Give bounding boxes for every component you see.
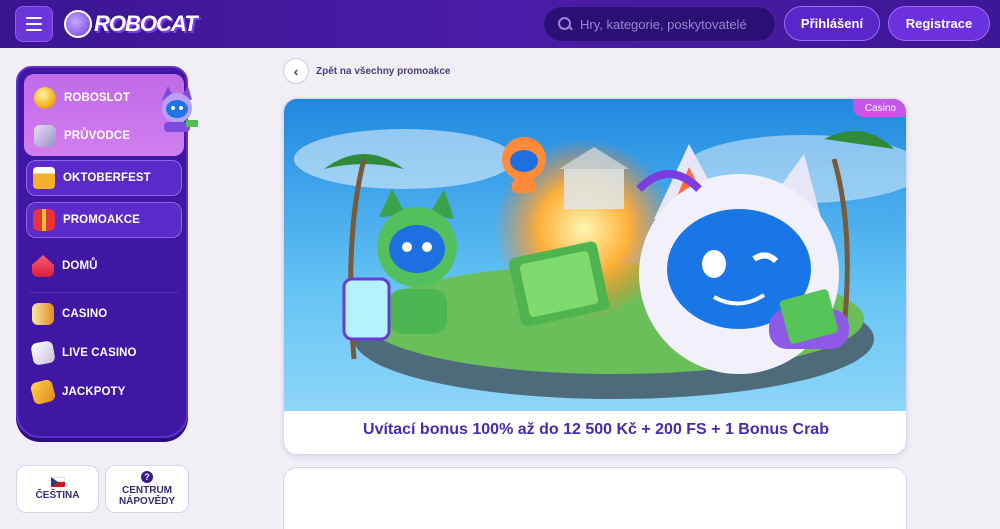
czech-flag-icon: [50, 477, 65, 487]
sidebar-item-label: PRŮVODCE: [64, 130, 130, 142]
back-button[interactable]: ‹: [283, 58, 309, 84]
sidebar-item-label: DOMŮ: [62, 260, 98, 272]
question-icon: ?: [141, 471, 153, 483]
sidebar-item-row: PROMOAKCE: [33, 209, 140, 231]
sidebar-item-oktoberfest[interactable]: OKTOBERFEST: [26, 160, 182, 196]
register-button[interactable]: Registrace: [888, 6, 990, 41]
sidebar-item-label: JACKPOTY: [62, 386, 126, 398]
cards-icon: [30, 340, 56, 366]
help-label-line1: CENTRUM: [122, 485, 172, 496]
sidebar-item-label: ROBOSLOT: [64, 92, 130, 104]
logo-text: ROBOCAT: [94, 11, 198, 36]
slot-machine-icon: [32, 303, 54, 325]
chevron-left-icon: ‹: [293, 63, 299, 79]
promo-card[interactable]: Casino Uvítací bonus 100% až do 12 500 K…: [283, 98, 907, 455]
gift-icon: [33, 209, 55, 231]
sidebar-item-label: CASINO: [62, 308, 108, 320]
language-selector[interactable]: ČEŠTINA: [16, 465, 99, 513]
language-label: ČEŠTINA: [35, 490, 80, 501]
sidebar-divider: [30, 292, 178, 293]
sidebar-item-jackpoty[interactable]: JACKPOTY: [29, 378, 126, 406]
sidebar-item-label: LIVE CASINO: [62, 347, 137, 359]
sidebar-item-label: OKTOBERFEST: [63, 172, 151, 184]
help-center-button[interactable]: ? CENTRUM NÁPOVĚDY: [105, 465, 189, 513]
jackpot-icon: [29, 378, 57, 406]
gift-box-icon: [34, 125, 56, 147]
promo-details-card: [283, 467, 907, 529]
sidebar-item-label: PROMOAKCE: [63, 214, 140, 226]
sidebar-featured-panel: ROBOSLOT PRŮVODCE: [24, 74, 198, 156]
promo-title: Uvítací bonus 100% až do 12 500 Kč + 200…: [363, 421, 829, 438]
sidebar-item-promoakce[interactable]: PROMOAKCE: [26, 202, 182, 238]
sidebar-item-pruvodce[interactable]: PRŮVODCE: [34, 125, 130, 147]
search-input[interactable]: [580, 16, 760, 32]
robocat-logo[interactable]: ROBOCAT: [64, 7, 198, 41]
menu-line-icon: [26, 17, 42, 19]
coin-icon: [34, 87, 56, 109]
search-icon: [558, 17, 572, 31]
robocat-logo-icon: [64, 10, 92, 38]
sidebar-item-live-casino[interactable]: LIVE CASINO: [30, 340, 137, 366]
top-header: ROBOCAT Přihlášení Registrace: [0, 0, 1000, 48]
search-bar[interactable]: [543, 6, 776, 42]
sidebar-item-domu[interactable]: DOMŮ: [32, 255, 98, 277]
sidebar: ROBOSLOT PRŮVODCE OKTOBERFEST PROMOAKCE: [16, 66, 198, 438]
beer-mug-icon: [33, 167, 55, 189]
sidebar-item-roboslot[interactable]: ROBOSLOT: [34, 87, 130, 109]
hamburger-menu-button[interactable]: [15, 6, 53, 42]
robocat-mascot-icon: [162, 86, 198, 132]
menu-line-icon: [26, 29, 42, 31]
promo-banner-image: [284, 99, 906, 411]
sidebar-item-casino[interactable]: CASINO: [32, 303, 108, 325]
login-button[interactable]: Přihlášení: [784, 6, 880, 41]
back-link[interactable]: Zpět na všechny promoakce: [316, 66, 451, 77]
house-icon: [32, 255, 54, 277]
sidebar-item-row: OKTOBERFEST: [33, 167, 151, 189]
category-badge: Casino: [852, 99, 906, 117]
help-label-line2: NÁPOVĚDY: [118, 496, 176, 507]
menu-line-icon: [26, 23, 42, 25]
